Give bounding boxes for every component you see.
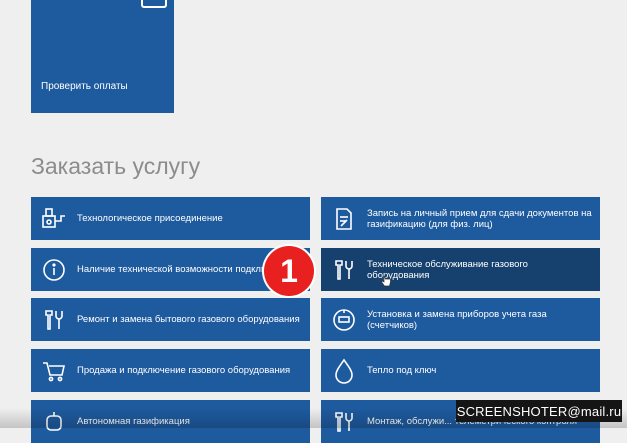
connection-icon [31,207,77,231]
flame-icon [321,358,367,384]
form-icon [321,207,367,231]
service-label: Техническое обслуживание газового оборуд… [367,258,528,281]
service-heat-turnkey[interactable]: Тепло под ключ [321,349,600,392]
service-label: Запись на личный прием для сдачи докумен… [367,207,592,230]
service-label: Ремонт и замена бытового газового оборуд… [77,314,300,325]
check-payments-tile[interactable]: Проверить оплаты [31,0,174,113]
service-sale[interactable]: Продажа и подключение газового оборудова… [31,349,310,392]
service-maintenance[interactable]: Техническое обслуживание газового оборуд… [321,248,600,291]
service-tech-connection[interactable]: Технологическое присоединение [31,197,310,240]
service-autonomous[interactable]: Автономная газификация [31,400,310,443]
service-label: Установка и замена приборов учета газа (… [367,308,547,331]
section-title: Заказать услугу [31,153,201,179]
service-repair[interactable]: Ремонт и замена бытового газового оборуд… [31,298,310,341]
service-label: Продажа и подключение газового оборудова… [77,365,291,376]
tools-icon [321,410,367,434]
service-label: Технологическое присоединение [77,213,223,224]
service-appointment[interactable]: Запись на личный прием для сдачи докумен… [321,197,600,240]
document-icon [141,0,167,8]
info-icon [31,258,77,282]
service-label: Тепло под ключ [367,365,437,376]
tools-icon [31,308,77,332]
tank-icon [31,410,77,434]
step-badge: 1 [264,246,314,296]
service-meter[interactable]: Установка и замена приборов учета газа (… [321,298,600,341]
tools-icon [321,258,367,282]
meter-icon [321,307,367,333]
service-label: Автономная газификация [77,416,190,427]
cart-icon [31,359,77,383]
watermark: SCREENSHOTER@mail.ru [456,400,622,422]
hand-cursor-icon [381,275,391,287]
check-payments-label: Проверить оплаты [41,81,128,92]
